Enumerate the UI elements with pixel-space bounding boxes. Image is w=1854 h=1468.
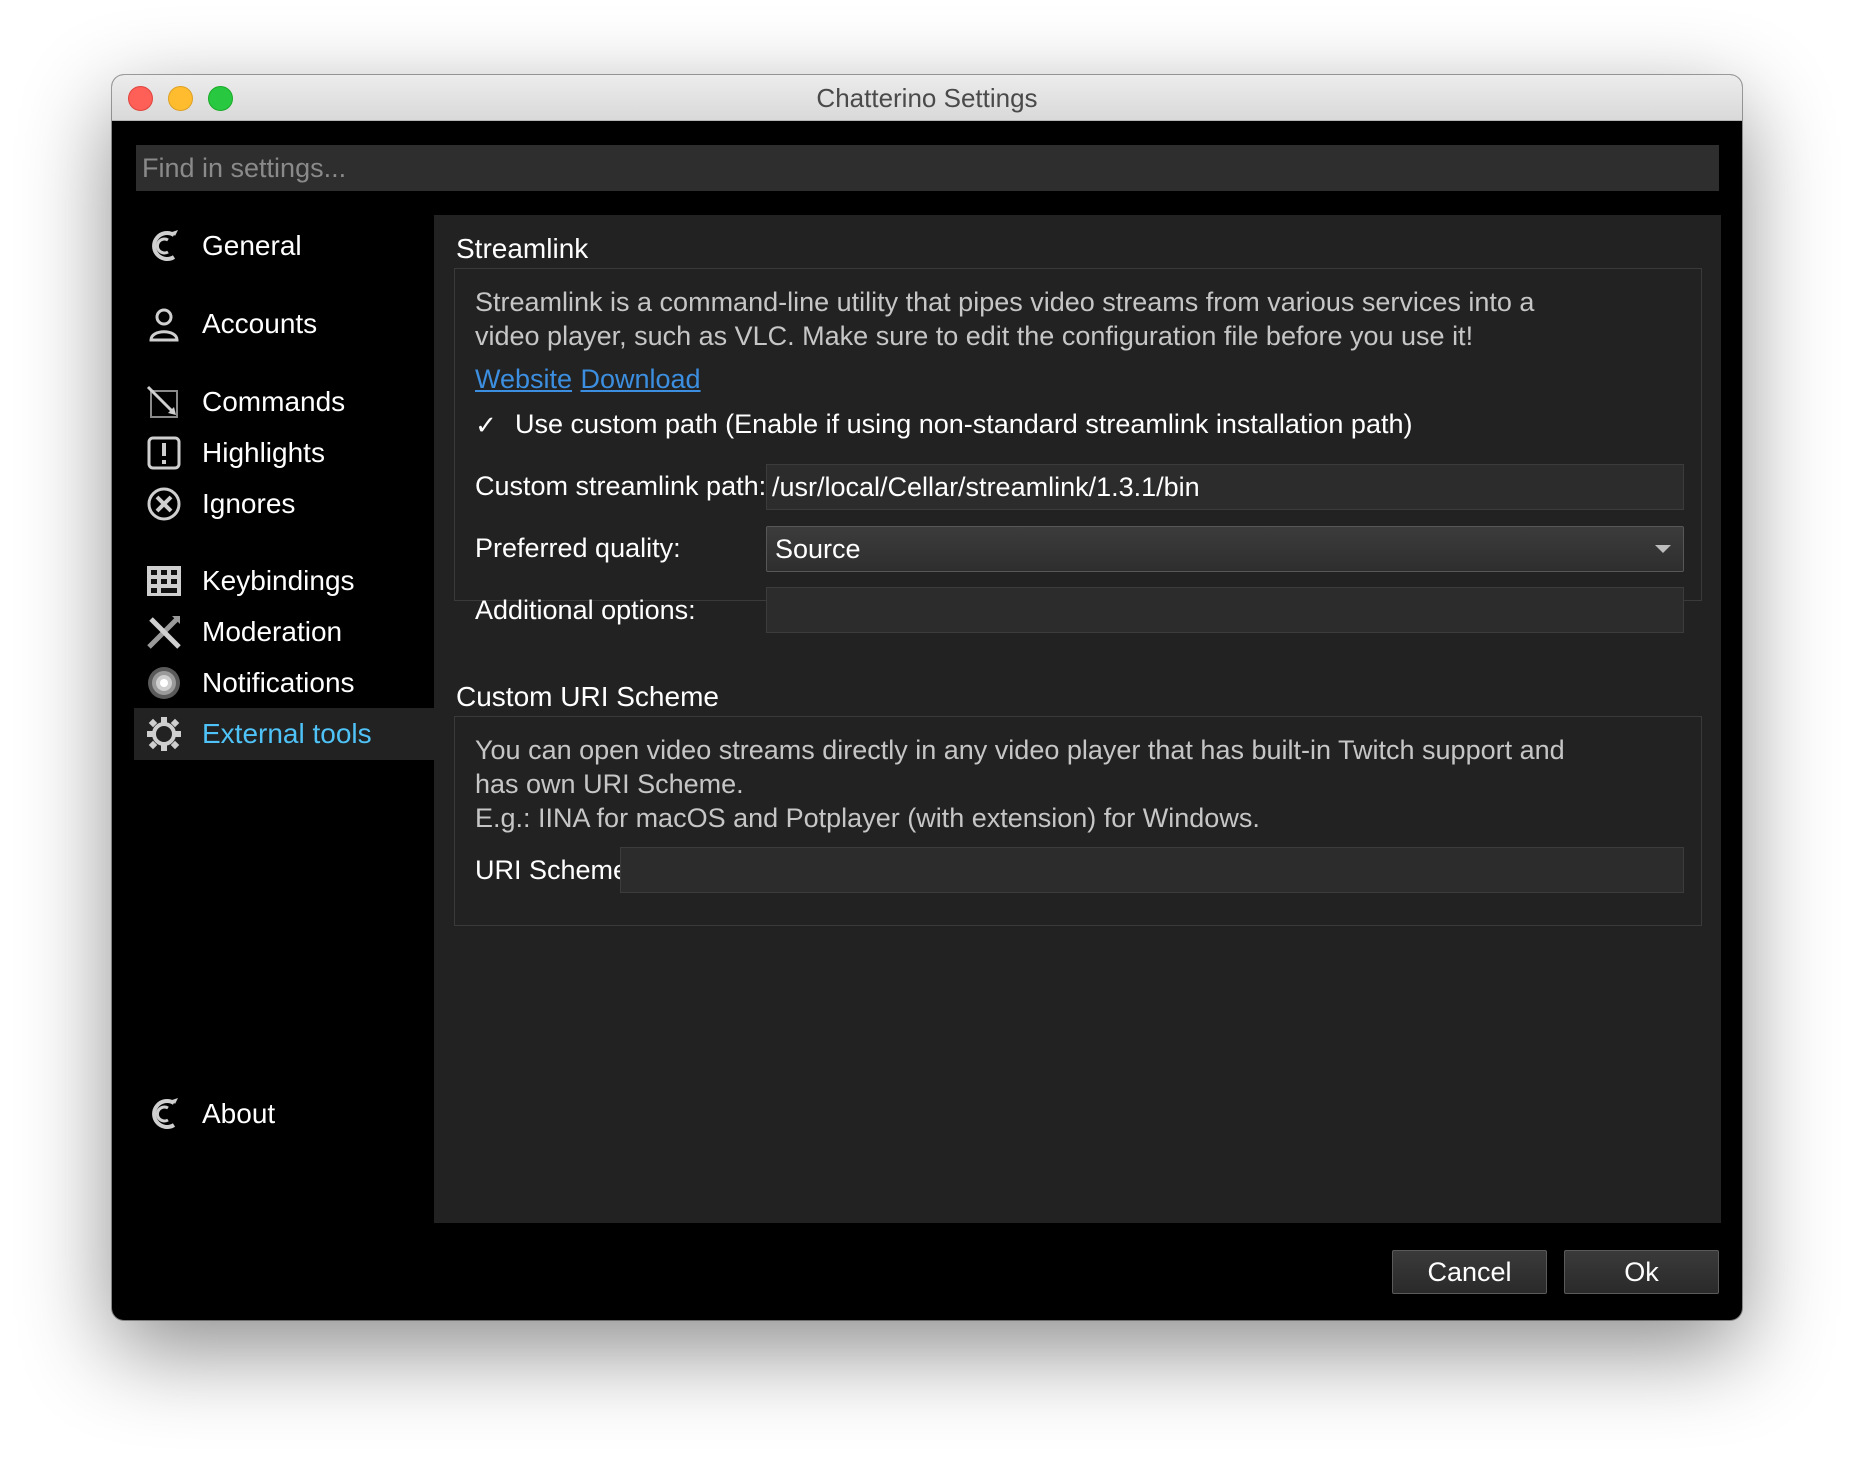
sidebar: General Accounts Commands Highlights Ign… — [134, 215, 434, 1300]
settings-page-external-tools: Streamlink Streamlink is a command-line … — [434, 215, 1721, 1223]
chatterino-logo-icon — [142, 1092, 186, 1136]
ignore-x-icon — [142, 482, 186, 526]
commands-icon — [142, 380, 186, 424]
streamlink-group-title: Streamlink — [456, 233, 589, 264]
custom-path-label: Custom streamlink path: — [475, 471, 767, 501]
uri-scheme-group: You can open video streams directly in a… — [454, 716, 1702, 926]
quality-select-value: Source — [775, 533, 861, 564]
uri-scheme-description-line-3: E.g.: IINA for macOS and Potplayer (with… — [475, 803, 1260, 833]
sidebar-item-label: Keybindings — [202, 565, 355, 596]
custom-path-input[interactable] — [766, 464, 1684, 510]
download-link[interactable]: Download — [581, 364, 701, 394]
user-icon — [142, 302, 186, 346]
uri-scheme-description-line-1: You can open video streams directly in a… — [475, 735, 1565, 765]
additional-options-label: Additional options: — [475, 595, 696, 625]
custom-path-row[interactable]: ✓ Use custom path (Enable if using non-s… — [475, 409, 1412, 440]
streamlink-group: Streamlink is a command-line utility tha… — [454, 268, 1702, 633]
website-link[interactable]: Website — [475, 364, 572, 394]
search-input[interactable] — [136, 145, 1719, 191]
sidebar-item-general[interactable]: General — [134, 220, 434, 272]
quality-label: Preferred quality: — [475, 533, 681, 563]
cancel-button[interactable]: Cancel — [1392, 1250, 1547, 1294]
sidebar-item-accounts[interactable]: Accounts — [134, 298, 434, 350]
sidebar-item-commands[interactable]: Commands — [134, 376, 434, 428]
sidebar-item-ignores[interactable]: Ignores — [134, 478, 434, 530]
sidebar-item-notifications[interactable]: Notifications — [134, 657, 434, 709]
streamlink-description-line-2: video player, such as VLC. Make sure to … — [475, 321, 1474, 351]
window-title: Chatterino Settings — [816, 83, 1038, 113]
quality-select[interactable]: Source — [766, 526, 1684, 572]
uri-scheme-input[interactable] — [620, 847, 1684, 893]
sidebar-item-label: Accounts — [202, 308, 318, 339]
chatterino-logo-icon — [142, 224, 186, 268]
sidebar-item-highlights[interactable]: Highlights — [134, 427, 434, 479]
ok-button[interactable]: Ok — [1564, 1250, 1719, 1294]
gear-icon — [142, 712, 186, 756]
sidebar-item-label: Commands — [202, 386, 346, 417]
sidebar-item-label: Highlights — [202, 437, 325, 468]
uri-scheme-label: URI Scheme: — [475, 855, 636, 885]
sidebar-item-label: Moderation — [202, 616, 343, 647]
title-bar[interactable]: Chatterino Settings — [112, 75, 1742, 121]
notification-icon — [142, 661, 186, 705]
sidebar-item-label: General — [202, 230, 302, 261]
swords-icon — [142, 610, 186, 654]
sidebar-item-label: Notifications — [202, 667, 355, 698]
exclamation-icon — [142, 431, 186, 475]
chevron-down-icon — [1655, 545, 1671, 553]
custom-path-checkbox-label: Use custom path (Enable if using non-sta… — [515, 409, 1413, 439]
sidebar-item-label: About — [202, 1098, 276, 1129]
sidebar-item-label: External tools — [202, 718, 372, 749]
uri-scheme-group-title: Custom URI Scheme — [456, 681, 719, 712]
uri-scheme-description-line-2: has own URI Scheme. — [475, 769, 744, 799]
keyboard-icon — [142, 559, 186, 603]
custom-path-checkbox[interactable]: ✓ — [475, 412, 497, 438]
streamlink-links: Website Download — [475, 364, 701, 395]
sidebar-item-moderation[interactable]: Moderation — [134, 606, 434, 658]
sidebar-item-label: Ignores — [202, 488, 296, 519]
sidebar-item-keybindings[interactable]: Keybindings — [134, 555, 434, 607]
streamlink-description-line-1: Streamlink is a command-line utility tha… — [475, 287, 1535, 317]
sidebar-item-about[interactable]: About — [134, 1088, 434, 1140]
settings-window: Chatterino Settings General Accounts Com… — [112, 75, 1742, 1320]
additional-options-input[interactable] — [766, 587, 1684, 633]
sidebar-item-external-tools[interactable]: External tools — [134, 708, 434, 760]
